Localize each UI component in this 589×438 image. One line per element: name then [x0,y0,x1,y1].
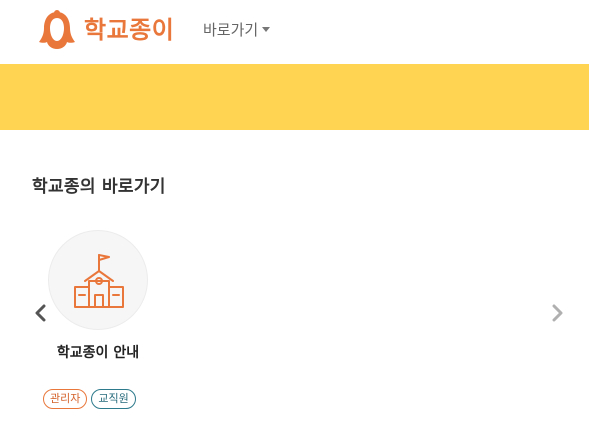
chevron-right-icon [552,304,563,322]
chevron-left-icon [35,304,46,322]
page: 학교종이 바로가기 학교종의 바로가기 학교종이 안내 관리자 교직원 [0,0,589,438]
card-badges: 관리자 교직원 [43,389,136,409]
top-header: 학교종이 바로가기 [0,0,589,62]
carousel-prev-button[interactable] [34,304,48,322]
section-title: 학교종의 바로가기 [32,177,166,197]
shortcut-dropdown-label: 바로가기 [203,20,259,39]
badge-staff: 교직원 [91,389,136,409]
shortcut-dropdown[interactable]: 바로가기 [203,18,271,40]
logo-link[interactable]: 학교종이 [36,8,174,52]
caret-down-icon [262,26,271,32]
shortcut-card-icon-circle[interactable] [48,230,148,330]
shortcut-card-title[interactable]: 학교종이 안내 [38,342,158,362]
badge-admin: 관리자 [43,389,88,409]
bell-logo-icon [39,10,75,49]
logo-text: 학교종이 [84,16,175,44]
hero-banner [0,64,589,130]
carousel-next-button[interactable] [550,304,564,322]
school-building-icon [74,254,124,308]
